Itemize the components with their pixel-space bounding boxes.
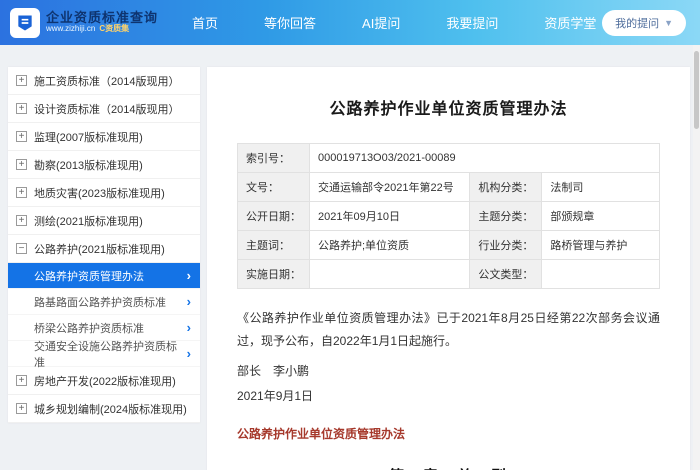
meta-value-agency: 法制司 [541, 172, 660, 202]
site-logo-text: 企业资质标准查询 www.zizhiji.cn C资质集 [46, 10, 158, 34]
meta-value-doctype [541, 259, 660, 289]
meta-label-docnumber: 文号： [237, 172, 310, 202]
meta-label-effective-date: 实施日期： [237, 259, 310, 289]
page-title: 公路养护作业单位资质管理办法 [329, 101, 568, 118]
site-url: www.zizhiji.cn [46, 24, 96, 34]
meta-value-industry: 路桥管理与养护 [541, 230, 660, 260]
expand-plus-icon[interactable]: + [16, 159, 27, 170]
meta-value-effective-date [308, 259, 471, 289]
sidebar-item-highway-maintenance[interactable]: − 公路养护(2021版标准现用) [8, 235, 200, 263]
sidebar-item-supervision[interactable]: + 监理(2007版标准现用) [8, 123, 200, 151]
logo-glyph-icon [18, 15, 32, 30]
chevron-right-icon: › [186, 268, 191, 283]
chevron-right-icon: › [186, 320, 191, 335]
table-row: 索引号： 000019713O03/2021-00089 [237, 143, 660, 173]
document-body: 《公路养护作业单位资质管理办法》已于2021年8月25日经第22次部务会议通过，… [237, 307, 660, 470]
expand-plus-icon[interactable]: + [16, 131, 27, 142]
expand-plus-icon[interactable]: + [16, 187, 27, 198]
meta-label-agency: 机构分类： [469, 172, 543, 202]
site-subtitle: www.zizhiji.cn C资质集 [46, 24, 158, 34]
site-badge: C资质集 [99, 24, 130, 34]
document-subtitle: 公路养护作业单位资质管理办法 [237, 426, 406, 441]
category-sidebar: + 施工资质标准（2014版现用） + 设计资质标准（2014版现用） + 监理… [8, 67, 200, 423]
meta-value-docnumber: 交通运输部令2021年第22号 [308, 172, 471, 202]
sidebar-child-traffic-safety-standard[interactable]: 交通安全设施公路养护资质标准 › [8, 341, 200, 369]
nav-item-answer[interactable]: 等你回答 [264, 13, 316, 32]
chevron-right-icon: › [186, 294, 191, 309]
top-navbar: 企业资质标准查询 www.zizhiji.cn C资质集 首页 等你回答 AI提… [0, 0, 700, 45]
table-row: 公开日期： 2021年09月10日 主题分类： 部颁规章 [237, 201, 660, 231]
nav-item-home[interactable]: 首页 [192, 13, 218, 32]
nav-item-ask[interactable]: 我要提问 [446, 13, 498, 32]
announcement-paragraph: 《公路养护作业单位资质管理办法》已于2021年8月25日经第22次部务会议通过，… [237, 311, 660, 349]
expand-plus-icon[interactable]: + [16, 103, 27, 114]
expand-plus-icon[interactable]: + [16, 403, 27, 414]
signer-line: 部长 李小鹏 [237, 363, 310, 378]
nav-item-school[interactable]: 资质学堂 [544, 13, 596, 32]
meta-value-topic: 部颁规章 [541, 201, 660, 231]
meta-value-publicdate: 2021年09月10日 [308, 201, 471, 231]
page-body: + 施工资质标准（2014版现用） + 设计资质标准（2014版现用） + 监理… [0, 45, 700, 470]
sidebar-item-mapping[interactable]: + 测绘(2021版标准现用) [8, 207, 200, 235]
my-questions-label: 我的提问 [615, 17, 660, 30]
sidebar-child-roadbed-standard[interactable]: 路基路面公路养护资质标准 › [8, 289, 200, 315]
publish-date-line: 2021年9月1日 [237, 389, 314, 404]
main-nav: 首页 等你回答 AI提问 我要提问 资质学堂 [192, 13, 596, 32]
document-panel: 公路养护作业单位资质管理办法 索引号： 000019713O03/2021-00… [207, 67, 690, 470]
sidebar-item-survey[interactable]: + 勘察(2013版标准现用) [8, 151, 200, 179]
document-meta-table: 索引号： 000019713O03/2021-00089 文号： 交通运输部令2… [237, 143, 660, 289]
table-row: 主题词： 公路养护;单位资质 行业分类： 路桥管理与养护 [237, 230, 660, 260]
table-row: 实施日期： 公文类型： [237, 259, 660, 289]
table-row: 文号： 交通运输部令2021年第22号 机构分类： 法制司 [237, 172, 660, 202]
meta-label-keywords: 主题词： [237, 230, 310, 260]
page-scrollbar[interactable] [693, 45, 700, 470]
caret-down-icon: ▼ [664, 17, 673, 28]
sidebar-child-management-measures[interactable]: 公路养护资质管理办法 › [8, 263, 200, 289]
sidebar-item-real-estate[interactable]: + 房地产开发(2022版标准现用) [8, 367, 200, 395]
sidebar-item-geological[interactable]: + 地质灾害(2023版标准现用) [8, 179, 200, 207]
site-logo-icon [10, 7, 40, 38]
sidebar-item-construction[interactable]: + 施工资质标准（2014版现用） [8, 67, 200, 95]
meta-label-publicdate: 公开日期： [237, 201, 310, 231]
expand-plus-icon[interactable]: + [16, 75, 27, 86]
chapter-heading: 第一章 总 则 [237, 462, 660, 470]
meta-value-index: 000019713O03/2021-00089 [309, 143, 660, 173]
meta-label-index: 索引号： [237, 143, 310, 173]
scrollbar-thumb[interactable] [694, 51, 699, 129]
expand-plus-icon[interactable]: + [16, 215, 27, 226]
meta-value-keywords: 公路养护;单位资质 [308, 230, 471, 260]
expand-plus-icon[interactable]: + [16, 375, 27, 386]
collapse-minus-icon[interactable]: − [16, 243, 27, 254]
meta-label-topic: 主题分类： [469, 201, 543, 231]
meta-label-doctype: 公文类型： [469, 259, 543, 289]
meta-label-industry: 行业分类： [469, 230, 543, 260]
nav-item-ai-ask[interactable]: AI提问 [362, 13, 400, 32]
sidebar-item-design[interactable]: + 设计资质标准（2014版现用） [8, 95, 200, 123]
chevron-right-icon: › [186, 346, 191, 361]
sidebar-item-urban-planning[interactable]: + 城乡规划编制(2024版标准现用) [8, 395, 200, 423]
my-questions-dropdown[interactable]: 我的提问 ▼ [602, 9, 686, 36]
site-logo[interactable]: 企业资质标准查询 www.zizhiji.cn C资质集 [10, 7, 158, 38]
